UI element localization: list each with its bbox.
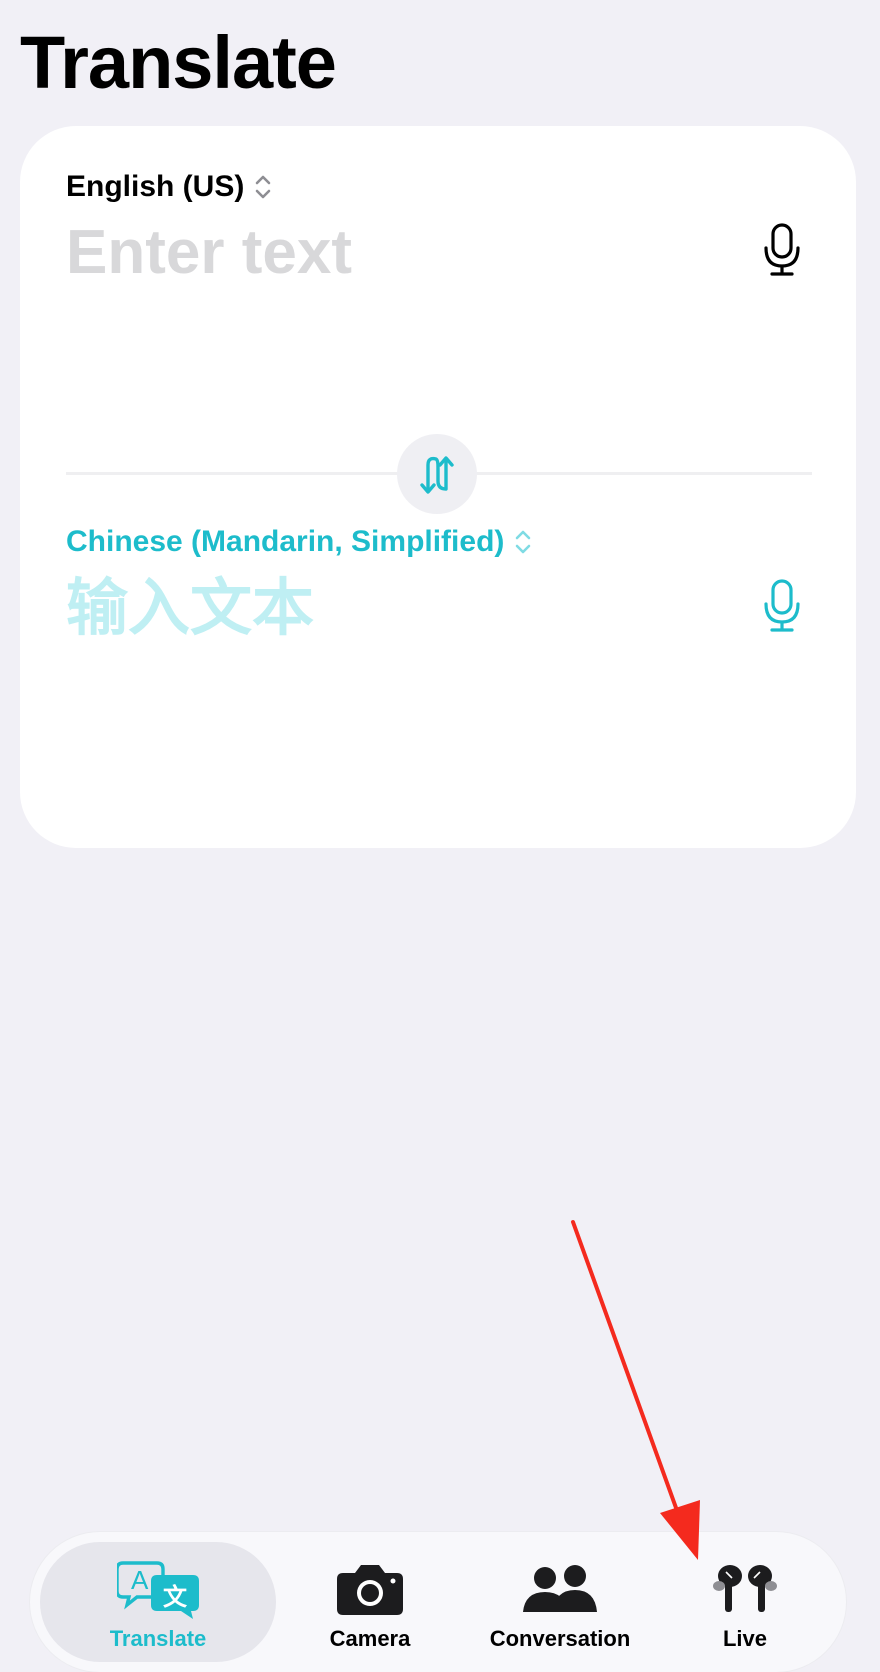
tab-bar: A 文 Translate Camera Conversation Live: [30, 1532, 846, 1672]
page-title: Translate: [20, 21, 337, 104]
source-language-label: English (US): [66, 170, 245, 203]
target-mic-button[interactable]: [756, 576, 808, 636]
tab-camera[interactable]: Camera: [280, 1542, 460, 1662]
chevron-updown-icon: [256, 175, 271, 199]
microphone-icon: [764, 223, 800, 276]
tab-label: Live: [722, 1626, 768, 1651]
airpods-icon: [710, 1556, 780, 1622]
people-icon: [523, 1556, 597, 1622]
camera-icon: [337, 1556, 403, 1622]
tab-live[interactable]: Live: [660, 1542, 830, 1662]
source-language-picker[interactable]: English (US): [66, 170, 272, 204]
translate-bubbles-icon: A 文: [117, 1556, 199, 1622]
tab-translate[interactable]: A 文 Translate: [40, 1542, 276, 1662]
tab-conversation[interactable]: Conversation: [460, 1542, 660, 1662]
swap-arrows-icon: [420, 456, 454, 494]
tab-label: Camera: [329, 1626, 411, 1651]
target-language-picker[interactable]: Chinese (Mandarin, Simplified): [66, 525, 532, 559]
source-mic-button[interactable]: [756, 220, 808, 280]
target-language-label: Chinese (Mandarin, Simplified): [66, 525, 505, 558]
translation-card: English (US) Chinese: [20, 126, 856, 848]
tab-label: Translate: [109, 1626, 207, 1651]
chevron-updown-icon: [516, 530, 531, 554]
svg-text:文: 文: [163, 1583, 188, 1611]
source-text-input[interactable]: [66, 214, 666, 290]
tab-label: Conversation: [489, 1626, 631, 1651]
svg-text:A: A: [131, 1565, 149, 1595]
swap-languages-button[interactable]: [397, 434, 477, 514]
translate-screen: Translate English (US) Enter text Chines…: [0, 0, 880, 1672]
target-text-input[interactable]: [66, 570, 666, 646]
microphone-icon: [764, 579, 800, 632]
